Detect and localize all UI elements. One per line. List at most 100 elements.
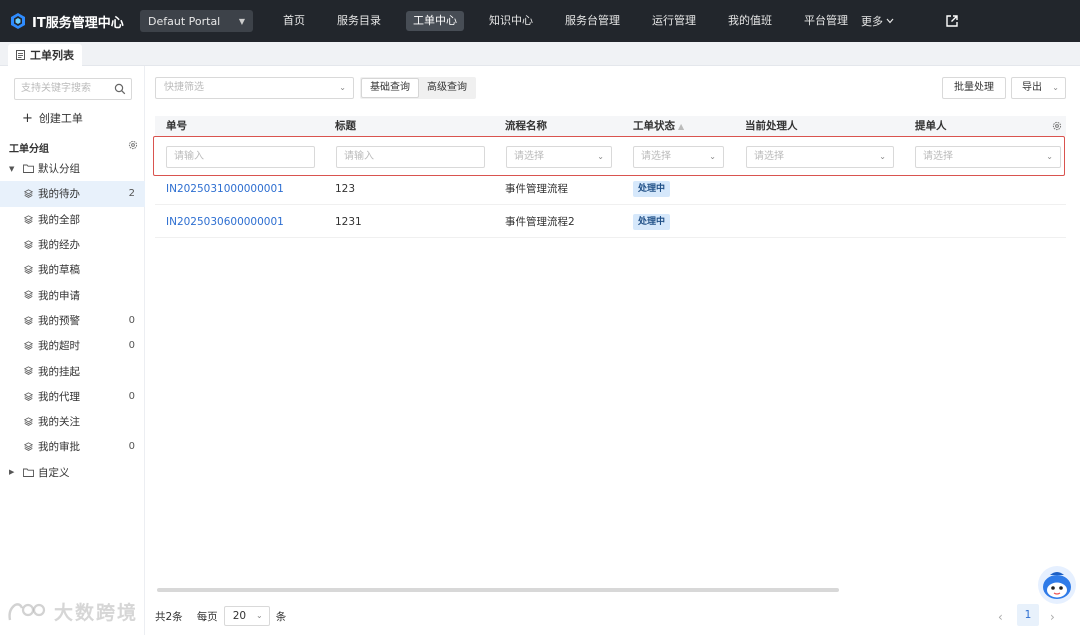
sidebar-item-my-approvals[interactable]: 我的审批 0 (0, 434, 145, 459)
main-nav: 首页 服务目录 工单中心 知识中心 服务台管理 运行管理 我的值班 平台管理 更… (276, 11, 894, 31)
column-header-handler[interactable]: 当前处理人 (745, 116, 798, 136)
sidebar-item-label: 我的草稿 (38, 264, 80, 277)
watermark-logo-icon (8, 602, 46, 620)
group-title: 工单分组 (9, 144, 49, 155)
chevron-down-icon: ⌄ (1052, 83, 1059, 92)
sidebar-item-my-todo[interactable]: 我的待办 2 (0, 181, 145, 207)
filter-title-input[interactable]: 请输入 (336, 146, 485, 168)
sidebar-item-my-delegated[interactable]: 我的代理 0 (0, 384, 145, 409)
logo-icon (11, 13, 25, 29)
sidebar-item-label: 我的待办 (38, 188, 80, 201)
sidebar-item-my-suspended[interactable]: 我的挂起 (0, 358, 145, 383)
nav-platform-admin[interactable]: 平台管理 (797, 11, 855, 31)
sidebar-item-my-requests[interactable]: 我的申请 (0, 282, 145, 307)
status-badge: 处理中 (633, 214, 671, 230)
column-header-no[interactable]: 单号 (166, 116, 187, 136)
column-header-submitter[interactable]: 提单人 (915, 116, 947, 136)
filter-status-select[interactable]: 请选择 ⌄ (633, 146, 724, 168)
sidebar-item-label: 我的申请 (38, 289, 80, 302)
nav-knowledge-center[interactable]: 知识中心 (482, 11, 540, 31)
caret-right-icon[interactable]: ▶ (9, 468, 14, 476)
tree-custom-group[interactable]: ▶ 自定义 (0, 460, 145, 485)
nav-home[interactable]: 首页 (276, 11, 312, 31)
basic-query-button[interactable]: 基础查询 (361, 78, 419, 98)
filter-process-select[interactable]: 请选择 ⌄ (506, 146, 612, 168)
prev-page-button[interactable]: ‹ (998, 610, 1003, 624)
portal-value: Defaut Portal (148, 14, 221, 28)
filter-no-input[interactable]: 请输入 (166, 146, 315, 168)
sidebar-item-my-overdue[interactable]: 我的超时 0 (0, 333, 145, 358)
sidebar-item-label: 我的挂起 (38, 365, 80, 378)
filter-placeholder: 请选择 (641, 151, 671, 162)
filter-submitter-select[interactable]: 请选择 ⌄ (915, 146, 1061, 168)
sidebar-search-input[interactable]: 支持关键字搜索 (14, 78, 132, 100)
nav-ticket-center[interactable]: 工单中心 (406, 11, 464, 31)
sidebar-item-label: 我的全部 (38, 213, 80, 226)
item-count: 0 (128, 390, 135, 402)
layers-icon (24, 442, 33, 452)
page-number-current[interactable]: 1 (1017, 604, 1039, 626)
layers-icon (24, 214, 33, 224)
sidebar-item-my-followed[interactable]: 我的关注 (0, 409, 145, 434)
batch-process-button[interactable]: 批量处理 (942, 77, 1006, 99)
tree-default-group[interactable]: ▼ 默认分组 (0, 156, 145, 181)
search-icon[interactable] (114, 83, 126, 95)
nav-more-label: 更多 (861, 15, 883, 28)
ticket-number-link[interactable]: IN2025031000000001 (166, 173, 284, 205)
ticket-title: 123 (335, 183, 356, 195)
chevron-down-icon: ⌄ (879, 152, 886, 161)
assistant-mascot-icon[interactable] (1036, 563, 1078, 605)
sidebar-item-my-handled[interactable]: 我的经办 (0, 232, 145, 257)
tab-ticket-list[interactable]: 工单列表 (8, 44, 82, 66)
column-header-status[interactable]: 工单状态 ▲︎ (633, 116, 684, 136)
advanced-query-button[interactable]: 高级查询 (419, 78, 475, 98)
tab-bar: 工单列表 (0, 42, 1080, 66)
ticket-number-link[interactable]: IN2025030600000001 (166, 206, 284, 238)
folder-icon (23, 164, 34, 173)
sidebar-item-my-drafts[interactable]: 我的草稿 (0, 257, 145, 282)
filter-placeholder: 请输入 (174, 151, 204, 162)
sidebar-item-my-all[interactable]: 我的全部 (0, 207, 145, 232)
table-row[interactable]: IN2025031000000001 123 事件管理流程 处理中 (155, 173, 1066, 205)
export-button[interactable]: 导出 ⌄ (1011, 77, 1066, 99)
table-header: 单号 标题 流程名称 工单状态 ▲︎ 当前处理人 提单人 (155, 116, 1066, 136)
table-row[interactable]: IN2025030600000001 1231 事件管理流程2 处理中 (155, 206, 1066, 238)
page-size-value: 20 (232, 610, 247, 622)
layers-icon (24, 341, 33, 350)
quick-filter-select[interactable]: 快捷筛选 ⌄ (155, 77, 354, 99)
nav-my-duty[interactable]: 我的值班 (721, 11, 779, 31)
layers-icon (24, 265, 33, 275)
gear-icon[interactable] (1052, 121, 1062, 131)
ticket-process: 事件管理流程 (505, 183, 568, 195)
ticket-title: 1231 (335, 216, 362, 228)
tab-label: 工单列表 (30, 49, 74, 62)
layers-icon (24, 417, 33, 426)
query-mode-toggle: 基础查询 高级查询 (360, 77, 476, 99)
column-header-title[interactable]: 标题 (335, 116, 356, 136)
folder-icon (23, 468, 34, 477)
caret-down-icon[interactable]: ▼ (9, 165, 14, 173)
next-page-button[interactable]: › (1050, 610, 1055, 624)
column-header-process[interactable]: 流程名称 (505, 116, 547, 136)
nav-service-desk-admin[interactable]: 服务台管理 (558, 11, 627, 31)
nav-more[interactable]: 更多 (861, 13, 894, 29)
app-logo[interactable]: IT服务管理中心 (10, 12, 140, 31)
filter-placeholder: 请选择 (923, 151, 953, 162)
nav-operations[interactable]: 运行管理 (645, 11, 703, 31)
filter-handler-select[interactable]: 请选择 ⌄ (746, 146, 894, 168)
item-count: 0 (128, 441, 135, 453)
sidebar-item-my-warnings[interactable]: 我的预警 0 (0, 308, 145, 333)
nav-service-catalog[interactable]: 服务目录 (330, 11, 388, 31)
external-link-icon[interactable] (946, 15, 958, 27)
create-ticket-button[interactable]: + 创建工单 (22, 110, 83, 126)
chevron-down-icon: ⌄ (339, 83, 346, 92)
gear-icon[interactable] (128, 140, 138, 150)
portal-select[interactable]: Defaut Portal ▼ (140, 10, 253, 32)
layers-icon (24, 366, 33, 376)
filter-placeholder: 请输入 (344, 151, 374, 162)
sidebar-item-label: 我的超时 (38, 340, 80, 353)
layers-icon (24, 240, 33, 249)
page-size-select[interactable]: 20 ⌄ (223, 606, 270, 626)
horizontal-scrollbar[interactable] (157, 588, 839, 592)
sort-icon[interactable]: ▲︎ (678, 122, 684, 131)
